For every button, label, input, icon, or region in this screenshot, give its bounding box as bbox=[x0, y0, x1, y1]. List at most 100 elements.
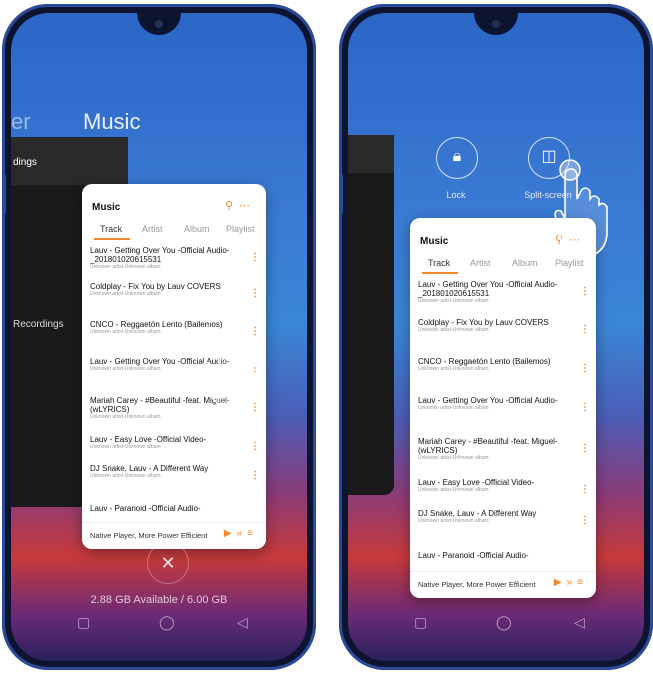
more-vertical-icon[interactable]: ⋮ bbox=[580, 443, 590, 454]
track-subtitle: Unknown artist-Unknown album bbox=[90, 264, 161, 270]
next-icon[interactable]: » bbox=[237, 528, 248, 539]
phone-right: 🔒︎ Lock ◫ Split-screen Music ⚲⋯ Track Ar… bbox=[339, 4, 653, 670]
track-subtitle: Unknown artist-Unknown album bbox=[90, 444, 161, 450]
home-nav-icon[interactable]: ◯ bbox=[496, 614, 512, 631]
volume-button bbox=[339, 174, 343, 214]
recordings-label: Recordings bbox=[13, 319, 64, 330]
more-vertical-icon[interactable]: ⋮ bbox=[250, 252, 260, 263]
track-name: Coldplay - Fix You by Lauv COVERS bbox=[90, 282, 221, 291]
music-title: Music bbox=[92, 202, 121, 213]
track-item[interactable]: Mariah Carey - #Beautiful -feat. Miguel-… bbox=[418, 437, 590, 462]
tab-track[interactable]: Track bbox=[100, 224, 122, 234]
player-footer[interactable]: Native Player, More Power Efficient ▶»≡ bbox=[410, 571, 596, 598]
more-vertical-icon[interactable]: ⋮ bbox=[580, 324, 590, 335]
nav-bar: ▢ ◯ ◁ bbox=[348, 611, 644, 631]
tab-indicator bbox=[422, 272, 458, 274]
recent-apps-screen: 🔒︎ Lock ◫ Split-screen Music ⚲⋯ Track Ar… bbox=[348, 13, 644, 661]
more-vertical-icon[interactable]: ⋮ bbox=[250, 441, 260, 452]
play-icon[interactable]: ▶ bbox=[224, 528, 237, 539]
more-vertical-icon[interactable]: ⋮ bbox=[250, 470, 260, 481]
search-icon[interactable]: ⚲ bbox=[225, 200, 239, 212]
more-vertical-icon[interactable]: ⋮ bbox=[580, 363, 590, 374]
next-icon[interactable]: » bbox=[567, 577, 578, 588]
tab-bar: Track Artist Album Playlist bbox=[82, 224, 266, 240]
more-vertical-icon[interactable]: ⋮ bbox=[580, 515, 590, 526]
recent-apps-nav-icon[interactable]: ▢ bbox=[414, 614, 427, 631]
recent-app-header-label: dings bbox=[13, 157, 37, 168]
track-name: Lauv - Paranoid -Official Audio- bbox=[90, 504, 201, 513]
player-controls: ▶»≡ bbox=[554, 577, 588, 588]
volume-button bbox=[2, 174, 6, 214]
track-name: Coldplay - Fix You by Lauv COVERS bbox=[418, 318, 549, 327]
track-name: CNCO - Reggaetón Lento (Bailemos) bbox=[418, 357, 551, 366]
track-subtitle: Unknown artist-Unknown album bbox=[418, 366, 489, 372]
track-item[interactable]: Lauv - Getting Over You -Official Audio-… bbox=[90, 246, 260, 271]
track-subtitle: Unknown artist-Unknown album bbox=[418, 518, 489, 524]
front-camera bbox=[492, 20, 500, 28]
queue-icon[interactable]: ≡ bbox=[247, 528, 258, 539]
track-item[interactable]: Coldplay - Fix You by Lauv COVERS Unknown… bbox=[418, 318, 590, 335]
track-item[interactable]: DJ Snake, Lauv - A Different Way Unknown … bbox=[90, 464, 260, 481]
recent-app-header: dings bbox=[11, 137, 128, 185]
notch bbox=[474, 13, 518, 35]
home-nav-icon[interactable]: ◯ bbox=[159, 614, 175, 631]
tab-artist[interactable]: Artist bbox=[142, 224, 163, 234]
track-subtitle: Unknown artist-Unknown album bbox=[418, 487, 489, 493]
track-name: Lauv - Getting Over You -Official Audio-… bbox=[90, 246, 230, 264]
queue-icon[interactable]: ≡ bbox=[577, 577, 588, 588]
track-item[interactable]: Lauv - Easy Love -Official Video- Unknown… bbox=[90, 435, 260, 452]
close-all-button[interactable]: ✕ bbox=[147, 542, 189, 584]
track-name: Lauv - Getting Over You -Official Audio- bbox=[418, 396, 558, 405]
track-item[interactable]: Lauv - Getting Over You -Official Audio-… bbox=[418, 280, 590, 305]
memory-status: 2.88 GB Available / 6.00 GB bbox=[90, 594, 228, 606]
track-name: Lauv - Easy Love -Official Video- bbox=[418, 478, 535, 487]
tab-track[interactable]: Track bbox=[428, 258, 450, 268]
tab-indicator bbox=[94, 238, 130, 240]
hand-tap-icon bbox=[554, 159, 608, 258]
tab-artist[interactable]: Artist bbox=[470, 258, 491, 268]
player-footer-text: Native Player, More Power Efficient bbox=[90, 531, 208, 540]
recent-app-header bbox=[348, 135, 394, 173]
track-subtitle: Unknown artist-Unknown album bbox=[418, 298, 489, 304]
recent-app-card[interactable] bbox=[348, 135, 394, 495]
tab-playlist[interactable]: Playlist bbox=[226, 224, 255, 234]
tab-album[interactable]: Album bbox=[512, 258, 538, 268]
hand-swipe-icon bbox=[202, 293, 258, 410]
tab-album[interactable]: Album bbox=[184, 224, 210, 234]
music-app-card[interactable]: Music ⚲⋯ Track Artist Album Playlist Lau… bbox=[410, 218, 596, 598]
track-subtitle: Unknown artist-Unknown album bbox=[418, 455, 489, 461]
music-title: Music bbox=[420, 236, 449, 247]
back-nav-icon[interactable]: ◁ bbox=[237, 614, 248, 631]
track-name: Lauv - Paranoid -Official Audio- bbox=[418, 551, 529, 560]
track-name: Mariah Carey - #Beautiful -feat. Miguel-… bbox=[418, 437, 558, 455]
track-subtitle: Unknown artist-Unknown album bbox=[418, 405, 489, 411]
track-name: Lauv - Easy Love -Official Video- bbox=[90, 435, 207, 444]
player-controls: ▶»≡ bbox=[224, 528, 258, 539]
player-footer-text: Native Player, More Power Efficient bbox=[418, 580, 536, 589]
track-subtitle: Unknown artist-Unknown album bbox=[418, 327, 489, 333]
track-item[interactable]: CNCO - Reggaetón Lento (Bailemos) Unknown… bbox=[418, 357, 590, 374]
app-title: Music bbox=[83, 109, 141, 134]
play-icon[interactable]: ▶ bbox=[554, 577, 567, 588]
more-vertical-icon[interactable]: ⋮ bbox=[580, 402, 590, 413]
track-item[interactable]: Lauv - Paranoid -Official Audio- bbox=[418, 551, 576, 560]
recent-apps-nav-icon[interactable]: ▢ bbox=[77, 614, 90, 631]
toolbar-icons: ⚲⋯ bbox=[225, 199, 256, 212]
track-item[interactable]: DJ Snake, Lauv - A Different Way Unknown … bbox=[418, 509, 590, 526]
track-item[interactable]: Lauv - Easy Love -Official Video- Unknown… bbox=[418, 478, 590, 495]
more-vertical-icon[interactable]: ⋮ bbox=[580, 286, 590, 297]
previous-app-title: er bbox=[11, 109, 31, 134]
track-name: DJ Snake, Lauv - A Different Way bbox=[418, 509, 537, 518]
lock-button[interactable]: 🔒︎ bbox=[436, 137, 478, 179]
nav-bar: ▢ ◯ ◁ bbox=[11, 611, 307, 631]
track-name: Lauv - Getting Over You -Official Audio-… bbox=[418, 280, 558, 298]
lock-icon: 🔒︎ bbox=[452, 148, 462, 165]
track-item[interactable]: Lauv - Paranoid -Official Audio- bbox=[90, 504, 246, 513]
lock-label: Lock bbox=[446, 190, 466, 200]
more-icon[interactable]: ⋯ bbox=[239, 200, 256, 212]
track-item[interactable]: Lauv - Getting Over You -Official Audio-… bbox=[418, 396, 590, 413]
more-vertical-icon[interactable]: ⋮ bbox=[580, 484, 590, 495]
phone-left: er Music dings Recordings Music ⚲⋯ Track… bbox=[2, 4, 316, 670]
back-nav-icon[interactable]: ◁ bbox=[574, 614, 585, 631]
track-name: DJ Snake, Lauv - A Different Way bbox=[90, 464, 209, 473]
